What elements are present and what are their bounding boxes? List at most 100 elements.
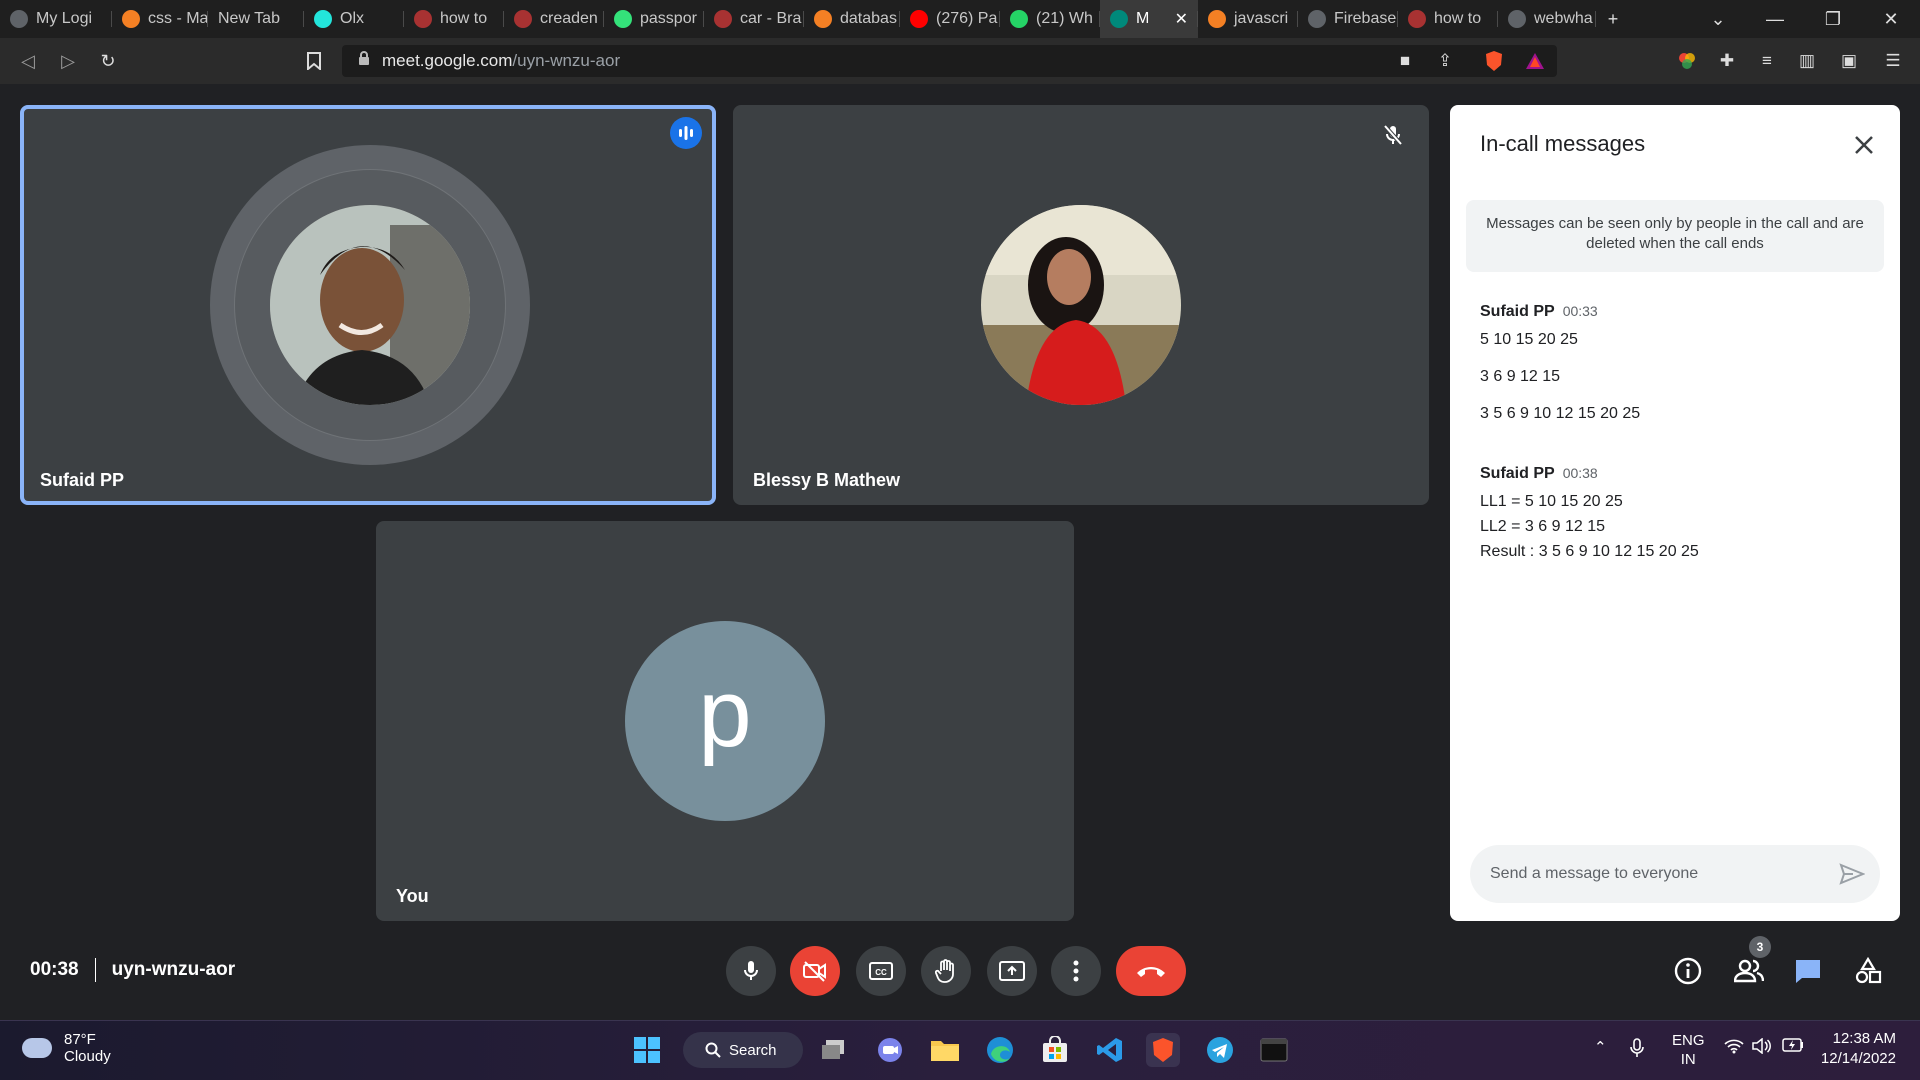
system-clock[interactable]: 12:38 AM 12/14/2022 (1821, 1029, 1896, 1069)
show-hidden-icons-chevron[interactable]: ⌃ (1594, 1038, 1607, 1056)
close-panel-button[interactable] (1846, 127, 1882, 163)
youtube-icon (910, 10, 928, 28)
message-group: Sufaid PP 00:38 LL1 = 5 10 15 20 25 LL2 =… (1480, 465, 1880, 564)
people-button[interactable] (1731, 953, 1767, 989)
participant-count-badge: 3 (1749, 936, 1771, 958)
volume-icon[interactable] (1752, 1037, 1772, 1058)
bookmark-icon[interactable] (300, 47, 328, 75)
vscode-icon[interactable] (1093, 1033, 1127, 1067)
media-playlist-icon[interactable]: ≡ (1754, 48, 1780, 74)
taskbar-search[interactable]: Search (683, 1032, 803, 1068)
sidebar-icon[interactable]: ▥ (1794, 48, 1820, 74)
captions-button[interactable]: CC (856, 946, 906, 996)
present-screen-button[interactable] (987, 946, 1037, 996)
browser-tab[interactable]: My Logi (0, 0, 112, 38)
browser-tab[interactable]: (21) Wh (1000, 0, 1100, 38)
participant-tile-sufaid[interactable]: Sufaid PP (20, 105, 716, 505)
wifi-icon[interactable] (1724, 1038, 1744, 1058)
message-text: 3 5 6 9 10 12 15 20 25 (1480, 405, 1641, 422)
microphone-button[interactable] (726, 946, 776, 996)
browser-tab[interactable]: M ✕ (1100, 0, 1198, 38)
language-code: ENG (1672, 1032, 1705, 1049)
browser-tab[interactable]: New Tab (208, 0, 304, 38)
chat-input-placeholder: Send a message to everyone (1490, 865, 1699, 882)
wallet-icon[interactable]: ▣ (1836, 48, 1862, 74)
camera-off-icon (803, 961, 826, 982)
extension-colorful-icon[interactable] (1674, 48, 1700, 74)
tab-label: passpor (640, 10, 697, 27)
message-time: 00:33 (1562, 303, 1598, 319)
back-icon[interactable]: ◁ (14, 47, 42, 75)
window-close-button[interactable]: ✕ (1868, 0, 1914, 38)
brave-browser-icon[interactable] (1146, 1033, 1180, 1067)
restore-button[interactable]: ❐ (1810, 0, 1856, 38)
share-icon[interactable]: ⇪ (1432, 48, 1458, 74)
brave-shields-icon[interactable] (1481, 48, 1507, 74)
url-path: /uyn-wnzu-aor (512, 51, 621, 70)
weather-widget[interactable]: 87°F Cloudy (22, 1031, 111, 1065)
message-sender: Sufaid PP (1480, 465, 1555, 482)
browser-tab[interactable]: javascri (1198, 0, 1298, 38)
mic-in-use-icon[interactable] (1630, 1038, 1644, 1062)
reload-icon[interactable]: ↻ (94, 47, 122, 75)
leave-call-button[interactable] (1116, 946, 1186, 996)
tab-search-chevron-icon[interactable]: ⌄ (1695, 0, 1741, 38)
meeting-details-button[interactable] (1670, 953, 1706, 989)
participant-tile-blessy[interactable]: Blessy B Mathew (733, 105, 1429, 505)
browser-tab[interactable]: how to (1398, 0, 1498, 38)
more-options-button[interactable] (1051, 946, 1101, 996)
message-text: Result : 3 5 6 9 10 12 15 20 25 (1480, 543, 1699, 560)
tab-label: creaden (540, 10, 598, 27)
participant-tile-you[interactable]: p You (376, 521, 1074, 921)
chat-button[interactable] (1790, 953, 1826, 989)
edge-browser-icon[interactable] (983, 1033, 1017, 1067)
extensions-puzzle-icon[interactable]: ✚ (1714, 48, 1740, 74)
file-explorer-icon[interactable] (928, 1033, 962, 1067)
participant-name: You (396, 886, 429, 906)
tab-label: databas (840, 10, 897, 27)
lock-icon (358, 51, 370, 71)
windows-start-icon[interactable] (630, 1033, 664, 1067)
participant-name: Blessy B Mathew (753, 470, 901, 490)
camera-off-button[interactable] (790, 946, 840, 996)
tab-label: how to (1434, 10, 1482, 27)
browser-tab[interactable]: databas (804, 0, 900, 38)
brave-rewards-icon[interactable] (1522, 48, 1548, 74)
new-tab-button[interactable]: + (1590, 0, 1636, 38)
chat-message-input[interactable]: Send a message to everyone (1470, 845, 1880, 903)
battery-charging-icon[interactable] (1782, 1038, 1804, 1056)
chat-icon (1796, 960, 1820, 983)
microsoft-store-icon[interactable] (1038, 1033, 1072, 1067)
tab-label: (276) Pa (936, 10, 998, 27)
raise-hand-button[interactable] (921, 946, 971, 996)
browser-tab[interactable]: passpor (604, 0, 704, 38)
tab-label: M (1136, 10, 1150, 27)
weather-temperature: 87°F (64, 1031, 96, 1048)
language-indicator[interactable]: ENG IN (1672, 1031, 1705, 1069)
globe-icon (1508, 10, 1526, 28)
teams-chat-icon[interactable] (873, 1033, 907, 1067)
browser-menu-icon[interactable]: ☰ (1880, 48, 1906, 74)
task-view-icon[interactable] (817, 1033, 851, 1067)
browser-tab[interactable]: css - Ma (112, 0, 208, 38)
browser-tab[interactable]: Firebase (1298, 0, 1398, 38)
terminal-icon[interactable] (1257, 1033, 1291, 1067)
tab-label: New Tab (218, 10, 280, 27)
minimize-button[interactable]: — (1752, 0, 1798, 38)
browser-tab[interactable]: car - Bra (704, 0, 804, 38)
browser-tab[interactable]: Olx (304, 0, 404, 38)
browser-tab[interactable]: webwha (1498, 0, 1596, 38)
close-tab-icon[interactable]: ✕ (1175, 9, 1188, 29)
send-icon[interactable] (1838, 860, 1866, 888)
avatar-initial: p (625, 621, 825, 821)
activities-button[interactable] (1850, 953, 1886, 989)
browser-tab[interactable]: (276) Pa (900, 0, 1000, 38)
stackoverflow-icon (1208, 10, 1226, 28)
camera-indicator-icon[interactable]: ■ (1392, 48, 1418, 74)
forward-icon[interactable]: ▷ (54, 47, 82, 75)
chat-privacy-notice: Messages can be seen only by people in t… (1466, 200, 1884, 272)
url-bar[interactable]: meet.google.com/uyn-wnzu-aor (342, 45, 1557, 77)
browser-tab[interactable]: how to (404, 0, 504, 38)
browser-tab[interactable]: creaden (504, 0, 604, 38)
telegram-icon[interactable] (1203, 1033, 1237, 1067)
